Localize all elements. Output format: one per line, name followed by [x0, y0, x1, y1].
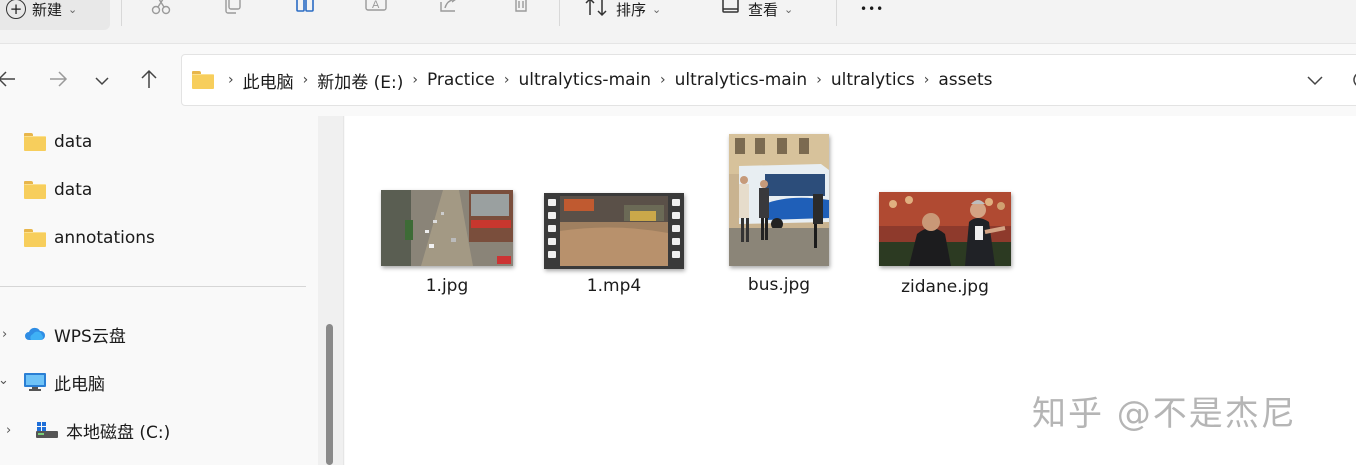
paste-icon[interactable]	[291, 0, 319, 20]
sidebar-item-label: 本地磁盘 (C:)	[66, 422, 171, 443]
view-icon	[720, 0, 742, 21]
image-thumbnail	[879, 192, 1011, 266]
folder-icon	[192, 71, 216, 89]
sidebar-item-data[interactable]: data	[24, 127, 92, 157]
file-explorer-window: + 新建 ⌄ A 排序 ⌄ 查看 ⌄ ••• › 此电脑 › 新加卷 (E:) …	[0, 0, 1356, 465]
watermark: 知乎 @不是杰尼	[1032, 394, 1297, 434]
file-item[interactable]: 1.jpg	[381, 190, 513, 300]
drive-icon	[36, 421, 58, 439]
image-thumbnail	[729, 134, 829, 266]
breadcrumb-item[interactable]: 此电脑	[243, 68, 294, 93]
scrollbar-thumb[interactable]	[326, 324, 333, 465]
toolbar-divider	[836, 0, 837, 26]
sidebar-item-label: data	[54, 180, 93, 200]
delete-icon[interactable]	[507, 0, 535, 20]
refresh-button[interactable]	[1350, 69, 1356, 91]
sort-button[interactable]: 排序 ⌄	[584, 0, 661, 30]
sidebar-item-label: data	[54, 132, 93, 152]
recent-locations-button[interactable]	[87, 66, 117, 96]
address-bar[interactable]: › 此电脑 › 新加卷 (E:) › Practice › ultralytic…	[181, 54, 1356, 106]
copy-icon[interactable]	[219, 0, 247, 20]
toolbar-divider	[559, 0, 560, 26]
address-history-button[interactable]	[1304, 69, 1326, 91]
navigation-pane: data data annotations › WPS云盘 ⌄ 此电脑 › 本地…	[0, 116, 318, 465]
cut-icon[interactable]	[147, 0, 175, 20]
breadcrumb-item[interactable]: Practice	[427, 70, 495, 90]
view-button-label: 查看	[748, 0, 779, 19]
cloud-icon	[24, 325, 46, 343]
more-options-icon: •••	[860, 2, 885, 16]
plus-icon: +	[6, 0, 26, 19]
breadcrumb-item[interactable]: ultralytics-main	[518, 70, 651, 90]
file-item[interactable]: 1.mp4	[544, 193, 684, 303]
sidebar-item-this-pc[interactable]: 此电脑	[24, 367, 105, 397]
toolbar-divider	[121, 0, 122, 26]
monitor-icon	[24, 373, 46, 391]
sidebar-item-wps-cloud[interactable]: WPS云盘	[24, 319, 126, 349]
chevron-down-icon	[1306, 71, 1324, 90]
chevron-down-icon: ⌄	[68, 2, 78, 16]
image-thumbnail	[381, 190, 513, 266]
file-name: zidane.jpg	[901, 277, 989, 297]
breadcrumb-item[interactable]: ultralytics-main	[675, 70, 808, 90]
video-thumbnail	[544, 193, 684, 269]
address-row: › 此电脑 › 新加卷 (E:) › Practice › ultralytic…	[0, 44, 1356, 116]
expand-chevron-icon[interactable]: ›	[2, 327, 7, 342]
share-icon[interactable]	[435, 0, 463, 20]
arrow-right-icon	[48, 70, 68, 92]
new-button[interactable]: + 新建 ⌄	[0, 0, 110, 30]
breadcrumb-separator[interactable]: ›	[924, 72, 930, 88]
more-options-button[interactable]: •••	[860, 0, 884, 30]
nav-scrollbar[interactable]	[318, 116, 344, 465]
nav-divider	[0, 286, 306, 287]
folder-icon	[24, 133, 46, 151]
arrow-left-icon	[0, 70, 17, 92]
svg-text:A: A	[372, 0, 380, 11]
forward-button[interactable]	[43, 66, 73, 96]
sidebar-item-label: annotations	[54, 228, 155, 248]
sidebar-item-annotations[interactable]: annotations	[24, 223, 155, 253]
breadcrumb-item-current[interactable]: assets	[938, 70, 992, 90]
folder-icon	[24, 181, 46, 199]
breadcrumb-separator: ›	[228, 72, 234, 88]
sidebar-item-label: 此电脑	[54, 374, 105, 395]
back-button[interactable]	[0, 66, 22, 96]
file-name: bus.jpg	[747, 275, 811, 295]
arrow-up-icon	[139, 69, 159, 93]
breadcrumb-item[interactable]: ultralytics	[831, 70, 915, 90]
view-button[interactable]: 查看 ⌄	[720, 0, 793, 30]
chevron-down-icon	[94, 72, 110, 91]
breadcrumb-separator[interactable]: ›	[303, 72, 309, 88]
breadcrumb-separator[interactable]: ›	[504, 72, 510, 88]
breadcrumb-separator[interactable]: ›	[412, 72, 418, 88]
expand-chevron-icon[interactable]: ›	[6, 423, 11, 438]
chevron-down-icon: ⌄	[652, 2, 662, 16]
new-button-label: 新建	[32, 0, 63, 19]
sort-icon	[584, 0, 610, 21]
file-item[interactable]: zidane.jpg	[879, 192, 1011, 302]
rename-icon[interactable]: A	[363, 0, 391, 20]
breadcrumb-item[interactable]: 新加卷 (E:)	[317, 68, 403, 93]
breadcrumb-separator[interactable]: ›	[816, 72, 822, 88]
sidebar-item-label: WPS云盘	[54, 326, 126, 347]
command-bar: + 新建 ⌄ A 排序 ⌄ 查看 ⌄ •••	[0, 0, 1356, 44]
chevron-down-icon: ⌄	[784, 2, 794, 16]
file-item[interactable]: bus.jpg	[729, 134, 829, 304]
folder-icon	[24, 229, 46, 247]
sidebar-item-data[interactable]: data	[24, 175, 92, 205]
file-name: 1.jpg	[425, 276, 469, 296]
sidebar-item-local-disk-c[interactable]: 本地磁盘 (C:)	[36, 415, 170, 445]
up-button[interactable]	[134, 66, 164, 96]
sort-button-label: 排序	[616, 0, 647, 19]
breadcrumb: 此电脑 › 新加卷 (E:) › Practice › ultralytics-…	[243, 68, 993, 93]
breadcrumb-separator[interactable]: ›	[660, 72, 666, 88]
file-name: 1.mp4	[586, 276, 642, 296]
collapse-chevron-icon[interactable]: ⌄	[0, 373, 9, 388]
refresh-icon	[1350, 73, 1356, 95]
